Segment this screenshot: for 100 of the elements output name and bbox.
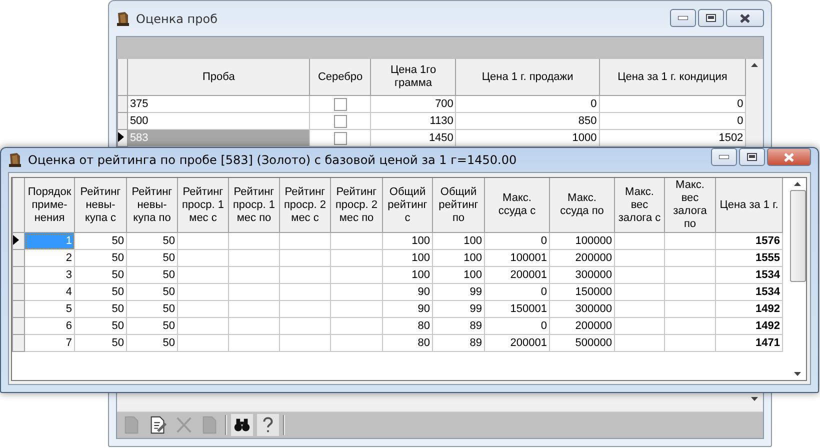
table-cell: 50 [74,232,126,250]
close-icon [784,152,794,162]
help-tool-button[interactable] [257,414,279,436]
table-cell: 150001 [484,300,550,318]
checkbox[interactable] [334,132,347,145]
column-header[interactable]: Рейтинг проср. 1 мес с [178,178,228,232]
column-header[interactable]: Макс. вес залога по [664,178,716,232]
table-cell: 200001 [484,266,550,284]
restore-icon [747,153,757,161]
checkbox[interactable] [334,114,347,128]
table-cell: 500000 [550,334,614,352]
table-cell: 1471 [716,334,782,352]
table-cell: 99 [432,284,484,300]
table-cell: 0 [599,112,746,130]
table-cell: 1502 [599,130,746,146]
table-cell: 100 [382,266,432,284]
maximize-button[interactable] [739,148,765,166]
table-cell: 50 [126,284,178,300]
column-header[interactable]: Макс. вес залога с [614,178,664,232]
column-header[interactable]: Рейтинг проср. 1 мес по [228,178,280,232]
column-header[interactable]: Макс. ссуда по [550,178,614,232]
table-cell: 100 [432,232,484,250]
table-cell: 500 [127,112,310,130]
find-tool-button[interactable] [231,414,253,436]
window-title: Оценка проб [136,12,218,26]
table-cell: 89 [432,334,484,352]
table-cell: 850 [456,112,600,130]
table-cell: 0 [456,96,600,112]
app-icon [116,10,130,26]
table-cell: 90 [382,300,432,318]
table-cell: 89 [432,318,484,334]
table-cell: 50 [126,300,178,318]
table-cell: 0 [484,284,550,300]
table-cell: 300000 [550,300,614,318]
column-header[interactable]: Общий рейтинг с [382,178,432,232]
column-header[interactable]: Рейтинг проср. 2 мес по [330,178,382,232]
column-header[interactable]: Рейтинг невы- купа по [126,178,178,232]
table-cell: 200001 [484,334,550,352]
page-pen-icon [148,415,168,435]
table-cell: 50 [74,334,126,352]
table-cell: 100 [432,250,484,266]
scroll-up-icon[interactable] [794,182,801,186]
column-header[interactable]: Цена 1 г. продажи [456,59,600,96]
column-header[interactable]: Цена за 1 г. кондиция [599,59,746,96]
checkbox[interactable] [334,98,347,111]
table-cell: 99 [432,300,484,318]
table-cell: 0 [599,96,746,112]
row-indicator[interactable] [12,232,24,250]
table-cell: 7 [24,334,74,352]
close-button[interactable] [767,148,811,166]
column-header[interactable]: Рейтинг проср. 2 мес с [280,178,330,232]
table-cell: 3 [24,266,74,284]
table-cell: 50 [126,232,178,250]
table-cell: 1534 [716,266,782,284]
cross-icon [174,415,194,435]
column-header[interactable]: Рейтинг невы- купа с [74,178,126,232]
column-header[interactable]: Проба [127,59,310,96]
column-header[interactable]: Макс. ссуда с [484,178,550,232]
maximize-button[interactable] [698,9,724,27]
table-cell: 100 [382,250,432,266]
table-cell: 300000 [550,266,614,284]
column-header[interactable]: Серебро [310,59,371,96]
table-cell: 1534 [716,284,782,300]
table-cell: 80 [382,334,432,352]
table-cell: 1000 [456,130,600,146]
column-header[interactable]: Порядок приме- нения [24,178,74,232]
row-pointer-icon [13,234,19,244]
table-cell: 50 [74,300,126,318]
minimize-button[interactable] [670,9,696,27]
table-cell: 200000 [550,250,614,266]
scroll-thumb[interactable] [790,190,806,282]
table-cell: 5 [24,300,74,318]
row-indicator[interactable] [118,130,128,146]
table-cell: 375 [127,96,310,112]
column-header[interactable]: Общий рейтинг по [432,178,484,232]
table-cell: 50 [74,318,126,334]
minimize-icon [719,155,729,159]
table-cell: 80 [382,318,432,334]
scroll-down-icon[interactable] [794,372,801,376]
table-cell: 6 [24,318,74,334]
table-cell: 0 [484,232,550,250]
table-cell: 1450 [370,130,456,146]
table-cell: 583 [127,130,310,146]
table-cell: 700 [370,96,456,112]
table-cell: 1555 [716,250,782,266]
table-cell: 50 [126,266,178,284]
table-cell: 1492 [716,318,782,334]
table-cell: 2 [24,250,74,266]
scroll-up-icon[interactable] [751,63,758,67]
app-icon [8,152,22,168]
column-header[interactable]: Цена за 1 г. [716,178,782,232]
minimize-button[interactable] [711,148,737,166]
table-cell: 1576 [716,232,782,250]
scroll-down-icon[interactable] [751,397,758,401]
table-cell: 0 [484,318,550,334]
column-header[interactable]: Цена 1го грамма [370,59,456,96]
close-button[interactable] [726,9,764,27]
table-cell: 100001 [484,250,550,266]
table-cell: 100 [382,232,432,250]
table-cell: 1130 [370,112,456,130]
